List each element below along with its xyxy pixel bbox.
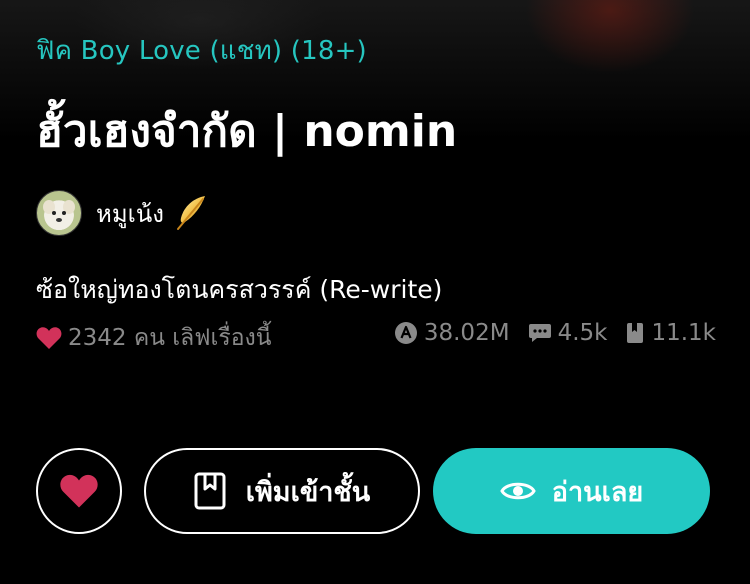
heart-icon [60, 474, 98, 508]
views-icon [394, 322, 417, 344]
story-title: ฮั้วเฮงจำกัด | nomin [36, 106, 458, 157]
author-row[interactable]: หมูเน้ง [36, 190, 208, 236]
author-name[interactable]: หมูเน้ง [96, 194, 164, 233]
chapters-count: 11.1k [651, 320, 716, 346]
bookmark-book-icon [194, 472, 226, 510]
comment-icon [528, 324, 551, 342]
heart-icon [36, 327, 62, 349]
add-to-shelf-button[interactable]: เพิ่มเข้าชั้น [144, 448, 420, 534]
read-now-button[interactable]: อ่านเลย [433, 448, 710, 534]
golden-feather-icon [176, 196, 205, 230]
views-stat: 38.02M [394, 320, 510, 346]
story-header: ฟิค Boy Love (แชท) (18+) ฮั้วเฮงจำกัด | … [0, 0, 750, 584]
chapters-stat: 11.1k [625, 320, 716, 346]
author-avatar[interactable] [36, 190, 82, 236]
views-count: 38.02M [423, 320, 510, 346]
comments-stat: 4.5k [528, 320, 608, 346]
likes-text: 2342 คน เลิฟเรื่องนี้ [68, 325, 272, 351]
likes-stat: 2342 คน เลิฟเรื่องนี้ [36, 320, 272, 356]
comments-count: 4.5k [557, 320, 608, 346]
story-synopsis: ซ้อใหญ่ทองโตนครสวรรค์ (Re-write) [36, 275, 443, 304]
story-category[interactable]: ฟิค Boy Love (แชท) (18+) [36, 30, 367, 71]
eye-icon [500, 482, 536, 500]
story-stats: 2342 คน เลิฟเรื่องนี้ 38.02M 4.5k 11.1k [36, 320, 716, 352]
book-icon [627, 323, 644, 343]
add-to-shelf-label: เพิ่มเข้าชั้น [245, 476, 371, 508]
like-button[interactable] [36, 448, 122, 534]
read-now-label: อ่านเลย [551, 476, 644, 508]
